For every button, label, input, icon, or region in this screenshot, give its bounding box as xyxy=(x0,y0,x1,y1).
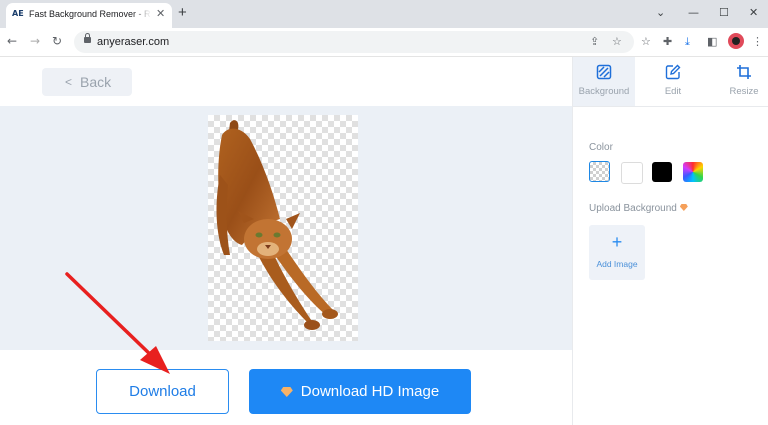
color-swatch-black[interactable] xyxy=(652,162,672,182)
background-icon xyxy=(596,64,612,80)
crop-icon xyxy=(737,65,751,79)
tab-resize[interactable]: Resize xyxy=(713,57,768,106)
tab-edit[interactable]: Edit xyxy=(642,57,704,106)
color-swatch-transparent[interactable] xyxy=(589,161,610,182)
panel-divider xyxy=(573,106,768,107)
tab-resize-label: Resize xyxy=(729,86,759,97)
color-picker-rainbow[interactable] xyxy=(683,162,703,182)
premium-diamond-icon xyxy=(679,204,688,211)
color-section-label: Color xyxy=(589,142,613,153)
tab-background[interactable]: Background xyxy=(573,57,635,106)
upload-background-text: Upload Background xyxy=(589,203,677,214)
upload-background-label: Upload Background xyxy=(589,203,688,214)
side-panel: Background Edit Resize Color Upload Back… xyxy=(572,57,768,425)
color-swatch-white[interactable] xyxy=(621,162,643,184)
add-image-label: Add Image xyxy=(596,259,638,269)
edit-icon xyxy=(665,64,681,80)
tab-edit-label: Edit xyxy=(664,86,682,97)
tab-background-label: Background xyxy=(578,86,630,97)
plus-icon: + xyxy=(611,232,623,252)
add-image-button[interactable]: + Add Image xyxy=(589,225,645,280)
